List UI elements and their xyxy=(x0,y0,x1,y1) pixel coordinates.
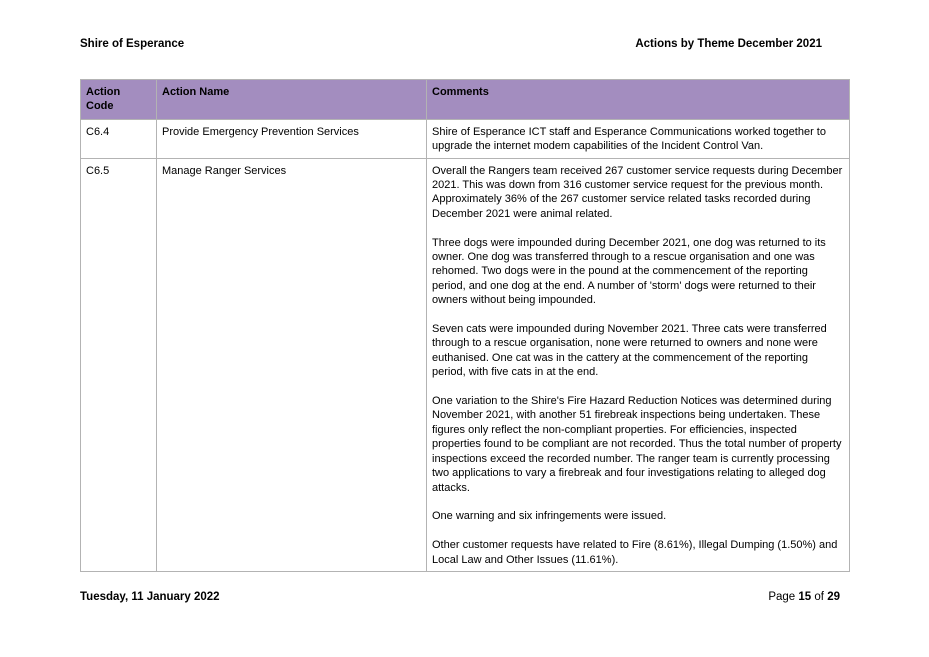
comment-paragraph: Shire of Esperance ICT staff and Esperan… xyxy=(432,125,826,153)
page-number: Page 15 of 29 xyxy=(768,591,840,603)
page-total: 29 xyxy=(827,591,840,603)
table-row: C6.4 Provide Emergency Prevention Servic… xyxy=(80,118,850,159)
action-code-cell: C6.4 xyxy=(80,118,157,159)
page-of: of xyxy=(814,591,824,603)
org-name: Shire of Esperance xyxy=(80,38,185,50)
footer-date: Tuesday, 11 January 2022 xyxy=(80,591,220,603)
action-name-cell: Manage Ranger Services xyxy=(156,157,427,572)
table-header-row: Action Code Action Name Comments xyxy=(80,79,850,120)
page-current: 15 xyxy=(798,591,812,603)
comment-paragraph: Overall the Rangers team received 267 cu… xyxy=(432,164,843,220)
table-row: C6.5 Manage Ranger Services Overall the … xyxy=(80,157,850,572)
column-header-action-code: Action Code xyxy=(80,79,157,120)
comment-paragraph: One warning and six infringements were i… xyxy=(432,510,667,523)
page-prefix: Page xyxy=(768,591,796,603)
action-name-cell: Provide Emergency Prevention Services xyxy=(156,118,427,159)
comment-paragraph: Seven cats were impounded during Novembe… xyxy=(432,323,827,379)
comment-paragraph: Three dogs were impounded during Decembe… xyxy=(432,236,826,307)
comments-cell: Overall the Rangers team received 267 cu… xyxy=(426,157,850,572)
column-header-action-name: Action Name xyxy=(156,79,427,120)
column-header-comments: Comments xyxy=(426,79,850,120)
comment-paragraph: Other customer requests have related to … xyxy=(432,539,838,566)
actions-table: Action Code Action Name Comments C6.4 Pr… xyxy=(80,79,850,572)
comments-cell: Shire of Esperance ICT staff and Esperan… xyxy=(426,118,850,159)
action-code-cell: C6.5 xyxy=(80,157,157,572)
comment-paragraph: One variation to the Shire's Fire Hazard… xyxy=(432,395,842,494)
document-title: Actions by Theme December 2021 xyxy=(635,38,822,50)
